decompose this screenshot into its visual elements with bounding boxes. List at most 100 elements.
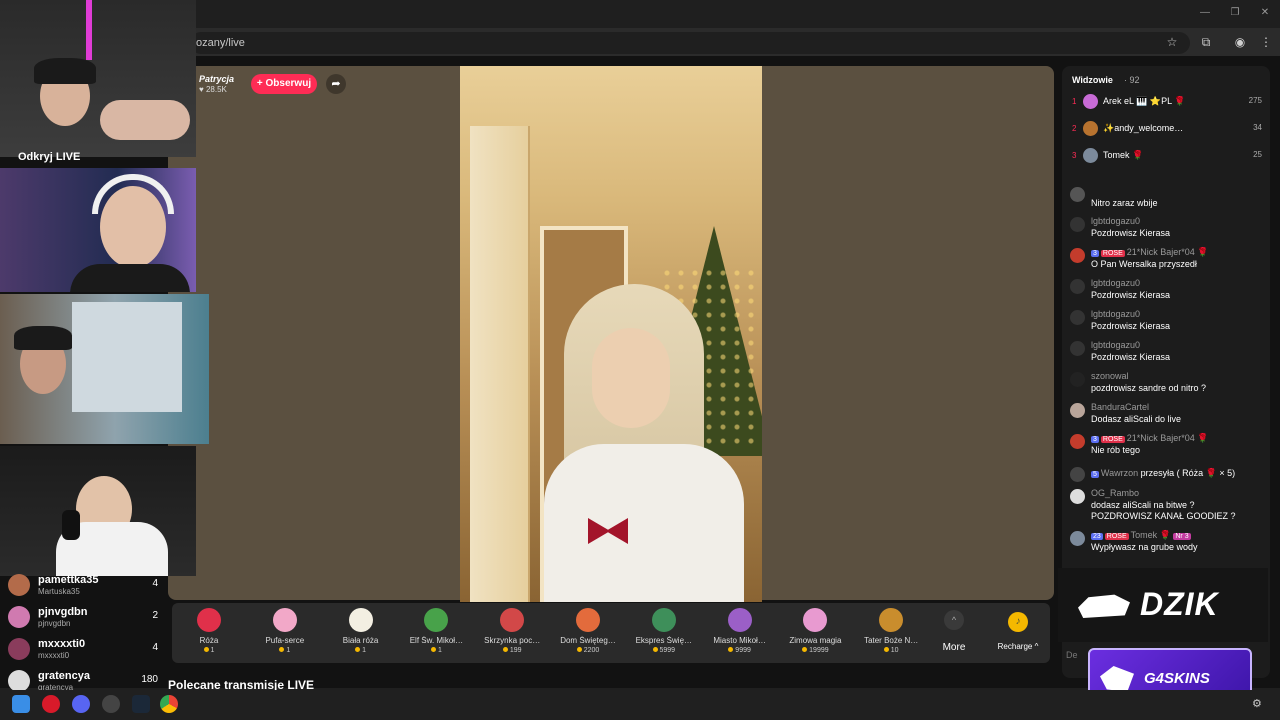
chat-username: lgbtdogazu0	[1091, 309, 1141, 319]
minimize-icon[interactable]: —	[1198, 6, 1212, 20]
more-gifts-button[interactable]: ^ More	[940, 610, 968, 658]
chat-message[interactable]: BanduraCartel Dodasz aliScali do live	[1068, 402, 1268, 430]
webcam-1	[0, 0, 196, 157]
chat-user-line: 3 ROSE 21*Nick Bajer*04 🌹	[1091, 433, 1209, 444]
discord-icon[interactable]	[72, 695, 90, 713]
profile-icon[interactable]: ◉	[1232, 34, 1248, 50]
streamer-face	[592, 328, 670, 428]
system-tray-icon[interactable]: ⚙	[1252, 697, 1262, 710]
chat-message[interactable]: 23 ROSE Tomek 🌹 Nr 3 Wypływasz na grube wod…	[1068, 530, 1268, 558]
webcam-2-shirt	[70, 264, 190, 292]
gift-name: Elf Św. Mikoł…	[409, 636, 464, 645]
avatar	[1070, 187, 1085, 202]
gift-icon	[727, 608, 752, 632]
gift-name: Skrzynka poc…	[484, 636, 541, 645]
chat-user-line: OG_Rambo	[1091, 488, 1139, 498]
avatar	[1070, 531, 1085, 546]
recharge-button[interactable]: ♪ Recharge ^	[990, 606, 1046, 660]
viewer-row[interactable]: 1 Arek eL 🎹 ⭐PL 🌹 275	[1070, 93, 1266, 113]
coin-icon: ♪	[1008, 612, 1028, 632]
viewer-score: 34	[1253, 123, 1262, 132]
chat-username: Tomek 🌹	[1130, 530, 1171, 540]
streamer-name[interactable]: Patrycja	[199, 74, 234, 84]
list-item[interactable]: pamettka35 Martuska35 4	[8, 572, 158, 602]
gift-item[interactable]: Elf Św. Mikoł… 1	[401, 606, 471, 662]
address-bar[interactable]: ozany/live	[190, 32, 1190, 54]
list-item[interactable]: pjnvgdbn pjnvgdbn 2	[8, 604, 158, 634]
chat-text: POZDROWISZ KANAŁ GOODIEZ ?	[1091, 511, 1236, 521]
gift-item[interactable]: Dom Święteg… 2200	[553, 606, 623, 662]
gift-price: 1	[250, 647, 320, 654]
avatar	[1070, 217, 1085, 232]
chat-message[interactable]: lgbtdogazu0 Pozdrowisz Kierasa	[1068, 216, 1268, 244]
viewers-title: Widzowie	[1072, 75, 1113, 85]
viewer-name: Tomek 🌹	[1103, 150, 1144, 160]
opera-icon[interactable]	[42, 695, 60, 713]
follow-button[interactable]: + Obserwuj	[251, 74, 317, 94]
gift-icon	[500, 608, 525, 632]
viewer-row[interactable]: 3 Tomek 🌹 25	[1070, 147, 1266, 167]
chat-message[interactable]: lgbtdogazu0 Pozdrowisz Kierasa	[1068, 278, 1268, 306]
chrome-icon[interactable]	[160, 695, 178, 713]
list-item-sub: pjnvgdbn	[38, 619, 71, 628]
chat-message[interactable]: 3 ROSE 21*Nick Bajer*04 🌹 Nie rób tego	[1068, 433, 1268, 461]
close-icon[interactable]: ✕	[1258, 6, 1272, 20]
gift-message: przesyła ( Róża 🌹 × 5)	[1140, 468, 1236, 478]
chat-user-line: 3 ROSE 21*Nick Bajer*04 🌹	[1091, 247, 1209, 258]
gift-item[interactable]: Ekspres Świę… 5999	[629, 606, 699, 662]
gift-icon	[348, 608, 373, 632]
gift-item[interactable]: Miasto Mikoł… 9999	[705, 606, 775, 662]
chat-badge: 23	[1091, 533, 1103, 540]
gift-item[interactable]: Pufa-serce 1	[250, 606, 320, 662]
gift-name: Zimowa magia	[789, 636, 842, 645]
chat-badge: ROSE	[1100, 436, 1125, 443]
steam-icon[interactable]	[132, 695, 150, 713]
gift-item[interactable]: Skrzynka poc… 199	[477, 606, 547, 662]
viewer-score: 275	[1248, 96, 1262, 105]
chat-user-line: lgbtdogazu0	[1091, 309, 1140, 319]
avatar	[1070, 341, 1085, 356]
windows-start-icon[interactable]	[12, 695, 30, 713]
chat-message[interactable]: lgbtdogazu0 Pozdrowisz Kierasa	[1068, 309, 1268, 337]
bookmark-star-icon[interactable]: ☆	[1164, 34, 1180, 50]
list-item[interactable]: mxxxxti0 mxxxxti0 4	[8, 636, 158, 666]
chat-input[interactable]: De	[1066, 650, 1086, 672]
list-item-count: 180	[141, 674, 158, 685]
microphone-icon	[62, 510, 80, 540]
gift-icon	[424, 608, 449, 632]
chat-text: Dodasz aliScali do live	[1091, 414, 1182, 424]
viewer-rank: 2	[1072, 124, 1077, 133]
chat-message[interactable]: OG_Rambododasz aliScali na bitwe ? POZDRO…	[1068, 488, 1268, 522]
gift-item[interactable]: Zimowa magia 19999	[780, 606, 850, 662]
chat-username: 21*Nick Bajer*04 🌹	[1126, 247, 1209, 257]
pink-neon-light	[86, 0, 92, 60]
chat-message[interactable]: lgbtdogazu0 Pozdrowisz Kierasa	[1068, 340, 1268, 368]
gift-icon	[197, 608, 221, 632]
chat-message[interactable]: szonowal pozdrowisz sandre od nitro ?	[1068, 371, 1268, 399]
list-item-name: mxxxxti0	[38, 638, 86, 650]
gift-item[interactable]: Biała róża 1	[326, 606, 396, 662]
live-video[interactable]	[460, 66, 762, 602]
extensions-icon[interactable]: ⧉	[1198, 34, 1214, 50]
gift-item[interactable]: Róża 1	[174, 606, 244, 662]
chat-text: dodasz aliScali na bitwe ?	[1091, 500, 1195, 510]
menu-icon[interactable]: ⋮	[1258, 34, 1274, 50]
restore-icon[interactable]: ❐	[1228, 6, 1242, 20]
balcony-window	[72, 302, 182, 412]
gift-price: 5999	[629, 647, 699, 654]
discover-live-label[interactable]: Odkryj LIVE	[18, 151, 80, 163]
share-icon[interactable]: ➦	[326, 74, 346, 94]
gift-item[interactable]: Tater Boże N… 10	[856, 606, 926, 662]
chat-message[interactable]: Nitro zaraz wbije	[1068, 186, 1268, 214]
chat-text: O Pan Wersalka przyszedł	[1091, 259, 1197, 269]
gift-price: 1	[174, 647, 244, 654]
list-item-sub: Martuska35	[38, 587, 80, 596]
viewer-row[interactable]: 2 ✨andy_welcome… 34	[1070, 120, 1266, 140]
wardrobe-door	[470, 126, 530, 602]
chat-message[interactable]: 3 ROSE 21*Nick Bajer*04 🌹 O Pan Wersalka pr…	[1068, 247, 1268, 275]
gift-name: Pufa-serce	[265, 636, 305, 645]
headphones	[34, 58, 96, 84]
obs-icon[interactable]	[102, 695, 120, 713]
gift-price: 19999	[780, 647, 850, 654]
chat-username: lgbtdogazu0	[1091, 216, 1141, 226]
